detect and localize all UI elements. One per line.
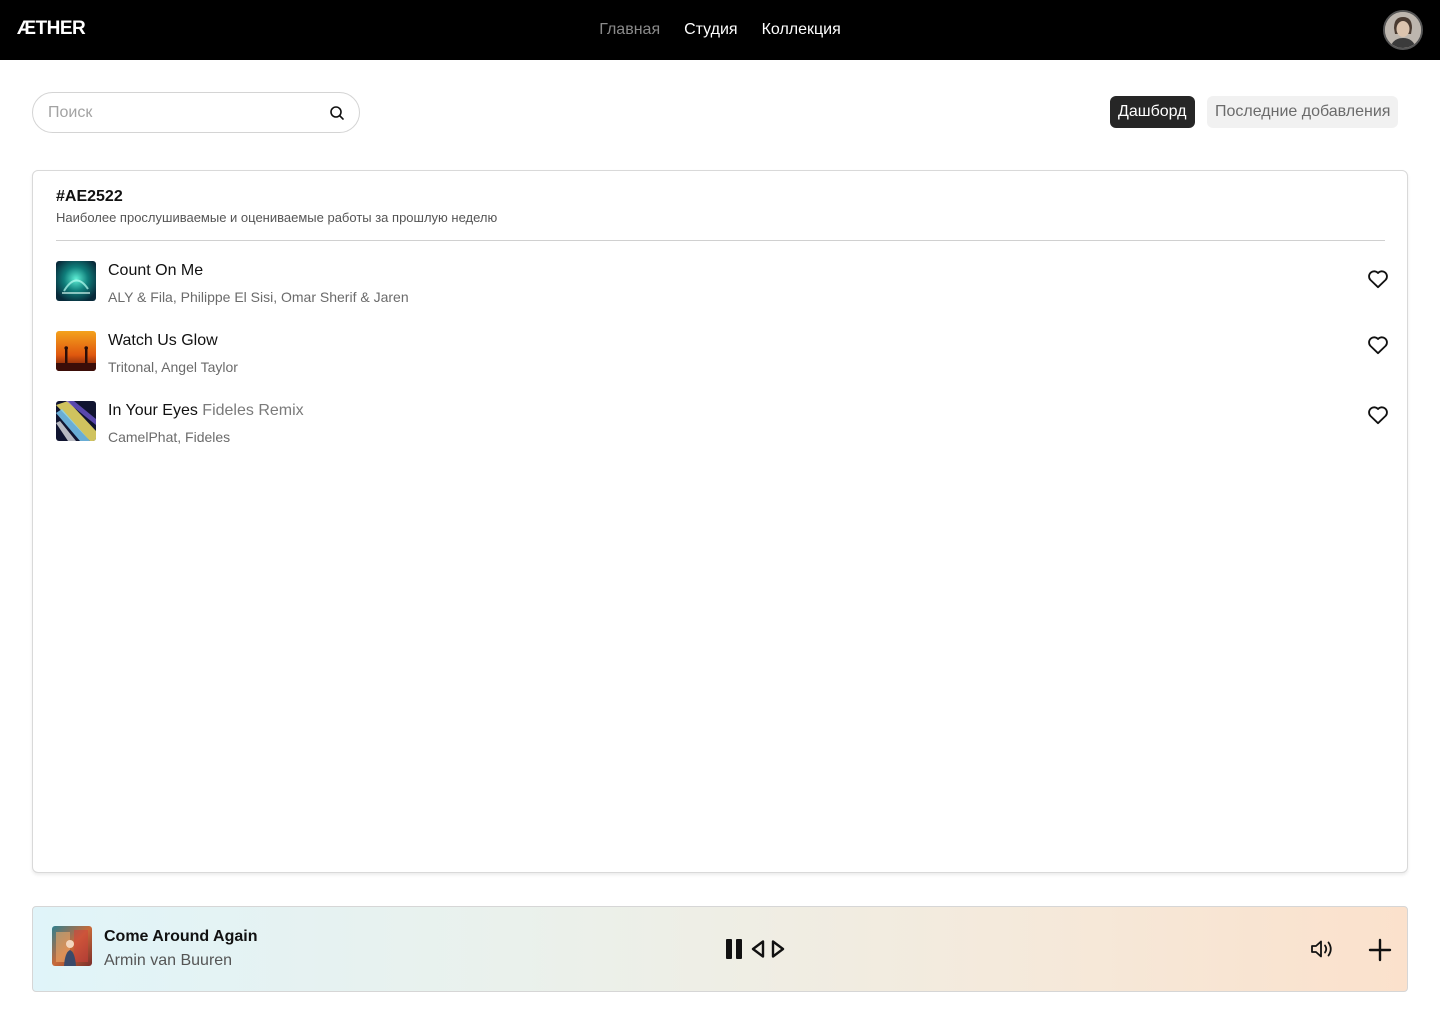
main-nav: Главная Студия Коллекция [0, 20, 1440, 40]
track-cover [56, 401, 96, 441]
track-title-text: Count On Me [108, 262, 204, 279]
now-playing-bar: Come Around Again Armin van Buuren [32, 906, 1408, 992]
card-subtitle: Наиболее прослушиваемые и оцениваемые ра… [56, 210, 498, 225]
track-title[interactable]: Watch Us Glow [108, 332, 218, 350]
track-row[interactable]: Count On Me ALY & Fila, Philippe El Sisi… [56, 261, 1389, 305]
search-icon[interactable] [329, 105, 345, 121]
track-cover [56, 261, 96, 301]
tab-recent-additions[interactable]: Последние добавления [1207, 96, 1399, 128]
next-icon[interactable] [771, 940, 785, 958]
now-playing-artist[interactable]: Armin van Buuren [104, 952, 232, 970]
tab-dashboard[interactable]: Дашборд [1110, 96, 1195, 128]
nav-item-home[interactable]: Главная [599, 20, 660, 40]
track-cover [56, 331, 96, 371]
nav-item-studio[interactable]: Студия [684, 20, 737, 40]
track-artists[interactable]: Tritonal, Angel Taylor [108, 359, 238, 375]
track-artists[interactable]: ALY & Fila, Philippe El Sisi, Omar Sheri… [108, 289, 409, 305]
track-row[interactable]: In Your Eyes Fideles Remix CamelPhat, Fi… [56, 401, 1389, 445]
heart-icon[interactable] [1367, 335, 1389, 355]
nav-item-collection[interactable]: Коллекция [762, 20, 841, 40]
track-remix-label: Fideles Remix [202, 402, 304, 419]
track-artists[interactable]: CamelPhat, Fideles [108, 429, 230, 445]
user-avatar[interactable] [1383, 10, 1423, 50]
track-title-text: Watch Us Glow [108, 332, 218, 349]
avatar-portrait [1385, 12, 1421, 48]
now-playing-title[interactable]: Come Around Again [104, 928, 257, 946]
track-title[interactable]: Count On Me [108, 262, 203, 280]
heart-icon[interactable] [1367, 405, 1389, 425]
top-tracks-card: #AE2522 Наиболее прослушиваемые и оценив… [32, 170, 1408, 873]
top-bar: ÆTHER Главная Студия Коллекция [0, 0, 1440, 60]
divider [56, 240, 1385, 241]
volume-icon[interactable] [1310, 939, 1336, 959]
track-row[interactable]: Watch Us Glow Tritonal, Angel Taylor [56, 331, 1389, 375]
track-title-text: In Your Eyes [108, 402, 198, 419]
now-playing-cover[interactable] [52, 926, 92, 966]
search-box [32, 92, 360, 133]
pause-icon[interactable] [725, 938, 744, 960]
heart-icon[interactable] [1367, 269, 1389, 289]
plus-icon[interactable] [1368, 938, 1392, 962]
previous-icon[interactable] [751, 940, 765, 958]
card-title: #AE2522 [56, 188, 123, 205]
track-title[interactable]: In Your Eyes Fideles Remix [108, 402, 304, 420]
search-input[interactable] [48, 103, 318, 123]
